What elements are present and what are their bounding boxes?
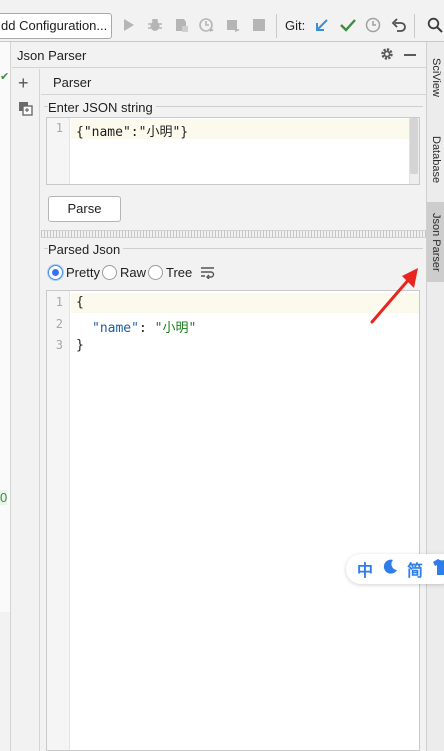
shirt-icon[interactable] (432, 558, 444, 581)
gutter-marker-value: 0 (0, 490, 8, 505)
section-splitter[interactable] (41, 230, 426, 238)
line-number-gutter: 1 2 3 (47, 291, 70, 750)
ime-language-toggle[interactable]: 中 (357, 557, 373, 581)
format-options: Pretty Raw Tree (48, 263, 215, 281)
git-history-icon[interactable] (364, 16, 382, 34)
git-label: Git: (285, 18, 306, 33)
output-code-line: "name": "小明" (92, 317, 196, 336)
toolbar-separator (276, 14, 277, 38)
main-toolbar: dd Configuration... Git: (0, 0, 444, 42)
git-update-icon[interactable] (313, 16, 331, 34)
ime-toolbar[interactable]: 中 简 (346, 554, 444, 584)
run-configuration-selector[interactable]: dd Configuration... (0, 13, 112, 39)
input-section: Enter JSON string 1 {"name":"小明"} Parse (41, 96, 426, 230)
line-number: 1 (55, 295, 63, 309)
json-input-editor[interactable]: 1 {"name":"小明"} (46, 117, 420, 185)
line-number: 2 (55, 317, 63, 331)
stripe-tab-database[interactable]: Database (427, 124, 444, 196)
tool-window-header: Json Parser (12, 42, 426, 68)
output-group-label: Parsed Json (48, 242, 124, 257)
toolbar-separator (414, 14, 415, 38)
git-rollback-icon[interactable] (390, 16, 408, 34)
minimize-icon[interactable] (404, 54, 416, 56)
output-code-line: { (76, 295, 84, 310)
line-number-gutter: 1 (47, 118, 70, 184)
git-commit-icon[interactable] (339, 16, 357, 34)
stripe-tab-sciview[interactable]: SciView (427, 42, 444, 112)
output-code-line: } (76, 338, 84, 353)
parsed-json-editor[interactable]: 1 2 3 { "name": "小明" } (46, 290, 420, 751)
coverage-icon[interactable] (172, 16, 190, 34)
json-key: "name" (92, 321, 139, 336)
radio-tree-label[interactable]: Tree (166, 265, 192, 280)
search-everywhere-icon[interactable] (426, 16, 444, 34)
stripe-tab-json-parser[interactable]: Json Parser (427, 202, 444, 282)
left-strip-bottom (0, 612, 11, 751)
gear-icon[interactable] (379, 46, 395, 65)
soft-wrap-icon[interactable] (200, 266, 215, 279)
editor-gutter-strip: ✔ 0 (0, 42, 11, 612)
radio-raw[interactable] (101, 264, 117, 280)
input-code-line: {"name":"小明"} (76, 125, 189, 140)
tab-parser[interactable]: Parser (53, 75, 91, 90)
tool-window-title: Json Parser (17, 48, 87, 63)
json-separator: : (138, 321, 155, 336)
radio-raw-label[interactable]: Raw (120, 265, 146, 280)
radio-pretty-label[interactable]: Pretty (66, 265, 100, 280)
parse-button[interactable]: Parse (48, 196, 121, 222)
scrollbar-thumb[interactable] (410, 118, 418, 174)
stop-icon[interactable] (250, 16, 268, 34)
annotation-arrow (370, 268, 418, 324)
tool-window-side-actions: + (12, 69, 40, 751)
stripe-tab-label[interactable]: Database (430, 136, 442, 183)
stripe-tab-label[interactable]: Json Parser (430, 213, 442, 272)
moon-icon[interactable] (382, 559, 398, 580)
input-group-label: Enter JSON string (48, 100, 156, 115)
new-window-icon[interactable] (18, 101, 33, 119)
radio-tree[interactable] (147, 264, 163, 280)
add-tab-icon[interactable]: + (18, 74, 29, 92)
profile-icon[interactable] (198, 16, 216, 34)
run-icon[interactable] (120, 16, 138, 34)
ime-mode-toggle[interactable]: 简 (407, 557, 423, 581)
json-value: "小明" (154, 321, 197, 336)
line-number: 1 (55, 121, 63, 135)
debug-icon[interactable] (146, 16, 164, 34)
attach-icon[interactable] (224, 16, 242, 34)
vertical-scrollbar[interactable] (409, 118, 419, 184)
right-tool-stripe: SciView Database Json Parser (426, 42, 444, 751)
radio-pretty[interactable] (48, 264, 63, 280)
check-icon: ✔ (0, 71, 10, 83)
tool-window-tabs: Parser (41, 69, 426, 95)
line-number: 3 (55, 338, 63, 352)
stripe-tab-label[interactable]: SciView (430, 58, 442, 97)
